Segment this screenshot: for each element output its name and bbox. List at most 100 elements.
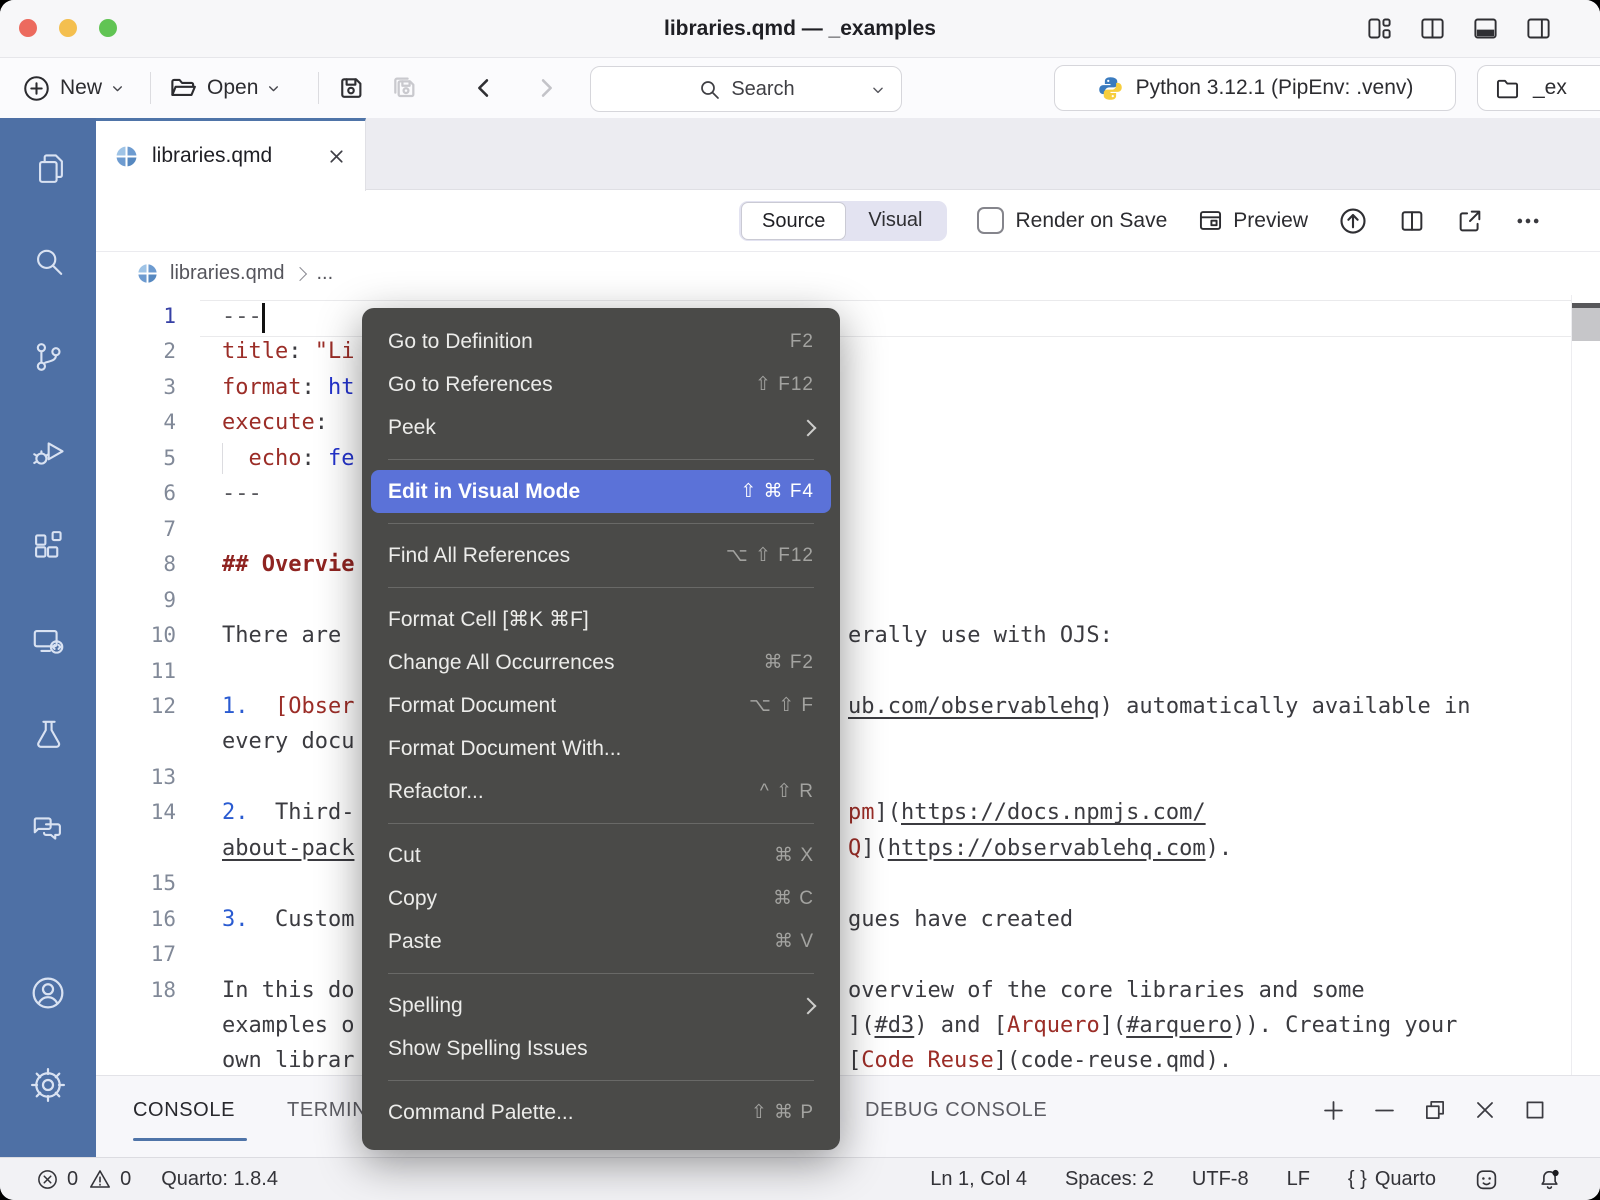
settings-gear-icon[interactable]	[29, 1066, 68, 1105]
code-editor[interactable]: 1---2title: "Li3format: ht4execute:5 ech…	[96, 295, 1600, 1075]
visual-mode-button[interactable]: Visual	[846, 209, 944, 232]
run-debug-icon[interactable]	[30, 434, 67, 471]
menu-item-show-spelling-issues[interactable]: Show Spelling Issues	[362, 1027, 840, 1070]
menu-item-change-all-occurrences[interactable]: Change All Occurrences⌘ F2	[362, 641, 840, 684]
language-mode[interactable]: { } Quarto	[1348, 1168, 1436, 1191]
breadcrumb-collapsed[interactable]: ...	[316, 262, 333, 285]
search-input[interactable]: Search	[590, 66, 902, 112]
maximize-panel-icon[interactable]	[1522, 1097, 1548, 1123]
code-line: 4execute:	[96, 405, 1600, 441]
line-number: 18	[96, 973, 176, 1008]
activity-bar	[0, 118, 96, 1158]
menu-item-paste[interactable]: Paste⌘ V	[362, 920, 840, 963]
warning-icon	[88, 1167, 112, 1191]
menu-item-refactor[interactable]: Refactor...^ ⇧ R	[362, 770, 840, 813]
menu-item-format-document-with[interactable]: Format Document With...	[362, 727, 840, 770]
menu-separator	[388, 459, 814, 460]
editor-action-bar: Source Visual Render on Save Preview	[96, 190, 1600, 252]
breadcrumb-file[interactable]: libraries.qmd	[170, 262, 284, 285]
menu-separator	[388, 973, 814, 974]
close-tab-icon[interactable]	[326, 146, 347, 167]
encoding[interactable]: UTF-8	[1192, 1168, 1249, 1191]
comments-icon[interactable]	[30, 809, 67, 846]
quarto-file-icon	[136, 262, 159, 285]
tab-libraries-qmd[interactable]: libraries.qmd	[96, 118, 366, 191]
scrollbar-thumb[interactable]	[1572, 303, 1600, 341]
menu-item-spelling[interactable]: Spelling	[362, 984, 840, 1027]
code-line: 2title: "Li	[96, 334, 1600, 370]
menu-separator	[388, 823, 814, 824]
extensions-icon[interactable]	[30, 528, 67, 565]
search-sidebar-icon[interactable]	[30, 244, 67, 281]
remote-explorer-icon[interactable]	[30, 623, 67, 660]
workspace-selector[interactable]: _ex	[1477, 65, 1600, 111]
circle-plus-icon	[22, 74, 51, 103]
menu-item-command-palette[interactable]: Command Palette...⇧ ⌘ P	[362, 1091, 840, 1134]
code-line: 7	[96, 512, 1600, 548]
quarto-version[interactable]: Quarto: 1.8.4	[161, 1168, 278, 1191]
menu-item-peek[interactable]: Peek	[362, 406, 840, 449]
line-number: 13	[96, 760, 176, 795]
menu-item-format-document[interactable]: Format Document⌥ ⇧ F	[362, 684, 840, 727]
explorer-icon[interactable]	[30, 150, 67, 187]
minimize-panel-icon[interactable]	[1371, 1097, 1398, 1124]
testing-icon[interactable]	[30, 717, 67, 754]
eol-sequence[interactable]: LF	[1287, 1168, 1310, 1191]
navigate-back-button[interactable]	[470, 58, 498, 118]
save-button[interactable]	[336, 58, 366, 118]
code-line: 18In this dooverview of the core librari…	[96, 973, 1600, 1009]
menu-item-format-cell[interactable]: Format Cell [⌘K ⌘F]	[362, 598, 840, 641]
menu-item-edit-in-visual-mode[interactable]: Edit in Visual Mode⇧ ⌘ F4	[371, 470, 831, 513]
code-line: 10There are erally use with OJS:	[96, 618, 1600, 654]
cursor-position[interactable]: Ln 1, Col 4	[930, 1168, 1027, 1191]
menu-item-cut[interactable]: Cut⌘ X	[362, 834, 840, 877]
navigate-forward-button[interactable]	[532, 58, 560, 118]
source-mode-button[interactable]: Source	[741, 202, 846, 240]
scrollbar-track[interactable]	[1571, 295, 1600, 1075]
indentation[interactable]: Spaces: 2	[1065, 1168, 1154, 1191]
code-line: 6---	[96, 476, 1600, 512]
source-control-icon[interactable]	[30, 339, 67, 376]
line-number: 4	[96, 405, 176, 440]
more-actions-icon[interactable]	[1514, 207, 1542, 235]
new-button[interactable]: New	[22, 58, 124, 118]
menu-item-go-to-definition[interactable]: Go to DefinitionF2	[362, 320, 840, 363]
chevron-down-icon	[267, 82, 280, 95]
new-console-plus-icon[interactable]	[1320, 1097, 1347, 1124]
code-line: 1---	[96, 299, 1600, 335]
interpreter-selector[interactable]: Python 3.12.1 (PipEnv: .venv)	[1054, 65, 1456, 111]
toggle-secondary-sidebar-icon[interactable]	[1525, 15, 1552, 42]
customize-layout-icon[interactable]	[1366, 15, 1393, 42]
panel-tab-console[interactable]: CONSOLE	[133, 1076, 235, 1144]
open-folder-icon	[168, 73, 198, 103]
split-editor-layout-icon[interactable]	[1419, 15, 1446, 42]
code-line: 3format: ht	[96, 370, 1600, 406]
line-number: 1	[96, 299, 176, 334]
account-icon[interactable]	[29, 974, 68, 1013]
problems-errors[interactable]: 0	[36, 1168, 78, 1191]
feedback-smiley-icon[interactable]	[1474, 1167, 1499, 1192]
preview-icon	[1197, 207, 1224, 234]
open-in-new-window-icon[interactable]	[1456, 207, 1484, 235]
text-cursor	[262, 303, 265, 333]
preview-button[interactable]: Preview	[1197, 207, 1308, 234]
save-all-button[interactable]	[388, 58, 420, 118]
close-panel-icon[interactable]	[1472, 1097, 1498, 1123]
line-number: 7	[96, 512, 176, 547]
notifications-bell-icon[interactable]	[1537, 1167, 1562, 1192]
line-number: 6	[96, 476, 176, 511]
code-line: about-packQ](https://observablehq.com).	[96, 831, 1600, 867]
restore-panel-icon[interactable]	[1422, 1097, 1448, 1123]
publish-icon[interactable]	[1338, 206, 1368, 236]
menu-item-go-to-references[interactable]: Go to References⇧ F12	[362, 363, 840, 406]
open-button[interactable]: Open	[168, 58, 280, 118]
split-editor-icon[interactable]	[1398, 207, 1426, 235]
code-line: 142. Third-pm](https://docs.npmjs.com/	[96, 795, 1600, 831]
render-on-save-checkbox[interactable]	[977, 207, 1004, 234]
toggle-panel-icon[interactable]	[1472, 15, 1499, 42]
search-dropdown-chevron-icon[interactable]	[871, 83, 885, 97]
menu-item-find-all-references[interactable]: Find All References⌥ ⇧ F12	[362, 534, 840, 577]
problems-warnings[interactable]: 0	[88, 1167, 131, 1191]
menu-item-copy[interactable]: Copy⌘ C	[362, 877, 840, 920]
panel-tab-debug-console[interactable]: DEBUG CONSOLE	[865, 1076, 1047, 1144]
